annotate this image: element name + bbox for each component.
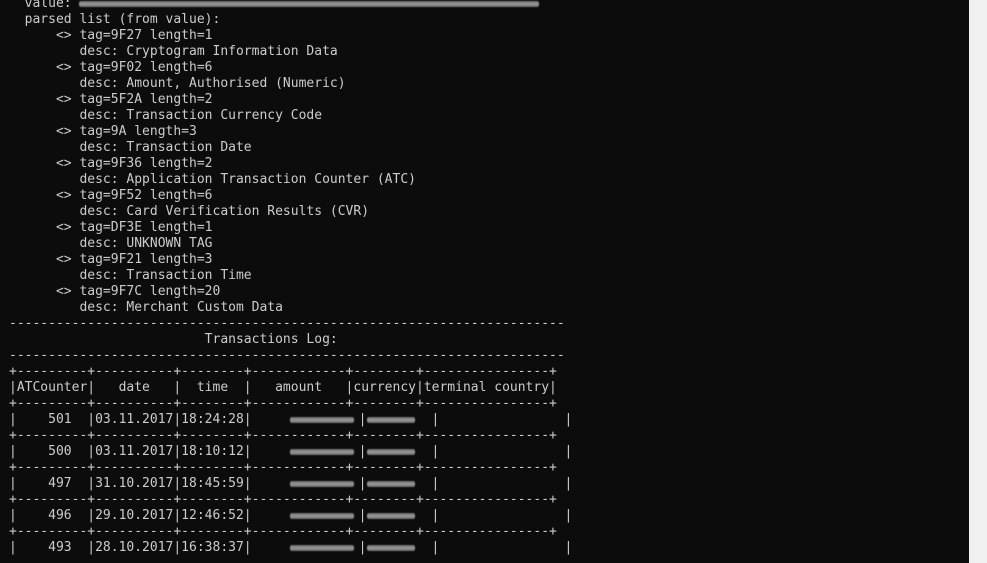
redacted-amount bbox=[289, 544, 354, 551]
table-border: +---------+----------+--------+---------… bbox=[9, 460, 557, 475]
tag-line: <> tag=9F21 length=3 bbox=[9, 252, 213, 267]
redacted-amount bbox=[289, 416, 354, 423]
redacted-currency bbox=[367, 416, 416, 423]
desc-line: desc: Transaction Currency Code bbox=[9, 108, 323, 123]
table-row: | 493 |28.10.2017|16:38:37| | | | bbox=[9, 540, 573, 555]
desc-line: desc: Transaction Date bbox=[9, 140, 252, 155]
tag-line: <> tag=9F27 length=1 bbox=[9, 28, 213, 43]
table-row: | 500 |03.11.2017|18:10:12| | | | bbox=[9, 444, 573, 459]
tag-line: <> tag=9F7C length=20 bbox=[9, 284, 221, 299]
table-header: |ATCounter| date | time | amount |curren… bbox=[9, 380, 557, 395]
table-border: +---------+----------+--------+---------… bbox=[9, 428, 557, 443]
redacted-currency bbox=[367, 512, 416, 519]
desc-line: desc: UNKNOWN TAG bbox=[9, 236, 213, 251]
desc-line: desc: Transaction Time bbox=[9, 268, 252, 283]
tag-line: <> tag=9F36 length=2 bbox=[9, 156, 213, 171]
tag-line: <> tag=9F02 length=6 bbox=[9, 60, 213, 75]
tag-line: <> tag=9F52 length=6 bbox=[9, 188, 213, 203]
table-border: +---------+----------+--------+---------… bbox=[9, 524, 557, 539]
vertical-scrollbar[interactable] bbox=[969, 0, 987, 563]
table-border: +---------+----------+--------+---------… bbox=[9, 492, 557, 507]
transactions-log-title: Transactions Log: bbox=[9, 332, 338, 347]
redacted-currency bbox=[367, 544, 416, 551]
redacted-amount bbox=[289, 480, 354, 487]
table-border: +---------+----------+--------+---------… bbox=[9, 396, 557, 411]
tag-line: <> tag=5F2A length=2 bbox=[9, 92, 213, 107]
redacted-value bbox=[79, 0, 540, 7]
table-row: | 496 |29.10.2017|12:46:52| | | | bbox=[9, 508, 573, 523]
value-label: value: bbox=[9, 0, 80, 11]
desc-line: desc: Merchant Custom Data bbox=[9, 300, 283, 315]
desc-line: desc: Cryptogram Information Data bbox=[9, 44, 338, 59]
table-border: +---------+----------+--------+---------… bbox=[9, 364, 557, 379]
dash-rule-top: ----------------------------------------… bbox=[9, 316, 565, 331]
redacted-currency bbox=[367, 448, 416, 455]
table-row: | 497 |31.10.2017|18:45:59| | | | bbox=[9, 476, 573, 491]
tag-line: <> tag=9A length=3 bbox=[9, 124, 197, 139]
dash-rule-bottom: ----------------------------------------… bbox=[9, 348, 565, 363]
table-row: | 501 |03.11.2017|18:24:28| | | | bbox=[9, 412, 573, 427]
redacted-amount bbox=[289, 512, 354, 519]
desc-line: desc: Amount, Authorised (Numeric) bbox=[9, 76, 346, 91]
desc-line: desc: Card Verification Results (CVR) bbox=[9, 204, 370, 219]
console-window: value: parsed list (from value): <> tag=… bbox=[0, 0, 969, 563]
redacted-amount bbox=[289, 448, 354, 455]
desc-line: desc: Application Transaction Counter (A… bbox=[9, 172, 416, 187]
redacted-currency bbox=[367, 480, 416, 487]
parsed-list-header: parsed list (from value): bbox=[9, 12, 221, 27]
value-line: value: bbox=[9, 0, 540, 12]
tag-line: <> tag=DF3E length=1 bbox=[9, 220, 213, 235]
